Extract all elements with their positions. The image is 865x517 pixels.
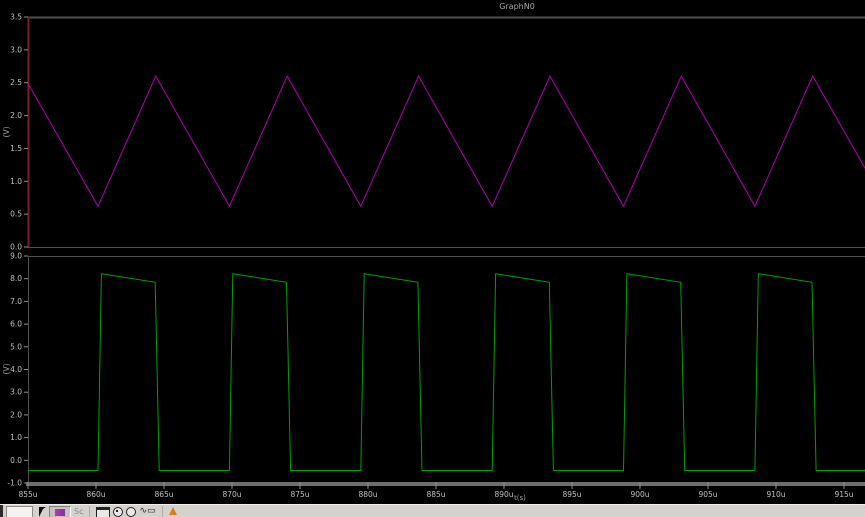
y-tick-label: 6.0	[10, 320, 22, 329]
y-tick-label: 2.0	[10, 111, 22, 120]
graph-window: GraphN0 0.0 0.5 1.0 1.5 2.0 2.5 3.0 3.5 (V) -1.0 0…	[0, 0, 865, 517]
y-tick-label: 5.0	[10, 342, 22, 351]
x-tick-label: 875u	[290, 490, 309, 499]
y-tick-label: 3.0	[10, 388, 22, 397]
x-tick-label: 870u	[222, 490, 241, 499]
charts-canvas: 0.0 0.5 1.0 1.5 2.0 2.5 3.0 3.5 (V) -1.0 0.0 1.0 2.0…	[2, 13, 865, 502]
x-tick-label: 880u	[358, 490, 377, 499]
x-tick-label: 860u	[86, 490, 105, 499]
y-tick-label: 0.5	[10, 210, 22, 219]
y-tick-label: -1.0	[7, 479, 22, 488]
x-tick-label: 855u	[18, 490, 37, 499]
x-tick-label: 895u	[562, 490, 581, 499]
toolbar-separator-2	[161, 506, 163, 517]
toolbar-edge	[0, 505, 3, 517]
x-tick-label: 865u	[154, 490, 173, 499]
zoom-in-icon[interactable]	[113, 507, 124, 517]
zoom-out-icon[interactable]	[126, 507, 137, 517]
y-tick-label: 2.5	[10, 78, 22, 87]
y-tick-label: 1.0	[10, 433, 22, 442]
chart-1-plot-area[interactable]	[28, 256, 865, 483]
x-tick-label: 910u	[766, 490, 785, 499]
y-tick-label: 1.0	[10, 177, 22, 186]
toolbar-separator	[89, 506, 91, 517]
x-tick-label: 890u	[494, 490, 513, 499]
chart-0-y-ticks: 0.0 0.5 1.0 1.5 2.0 2.5 3.0 3.5	[10, 13, 28, 252]
cursor-arrow-icon[interactable]	[39, 507, 46, 517]
y-tick-label: 1.5	[10, 144, 22, 153]
graph-tool-button[interactable]	[49, 506, 71, 517]
x-axis-label: t(s)	[514, 494, 526, 502]
bottom-toolbar: Sc ∿▭	[0, 504, 865, 517]
chart-1-y-axis-label: (V)	[2, 363, 11, 374]
y-tick-label: 2.0	[10, 410, 22, 419]
x-tick-label: 885u	[426, 490, 445, 499]
x-tick-label: 905u	[698, 490, 717, 499]
measure-icon[interactable]: ∿▭	[139, 506, 155, 516]
y-tick-label: 9.0	[10, 252, 22, 261]
status-box	[6, 506, 33, 517]
y-tick-label: 0.0	[10, 456, 22, 465]
chart-0-y-axis-label: (V)	[2, 126, 11, 137]
chart-0-plot-area[interactable]	[28, 17, 865, 247]
x-axis-bar	[26, 482, 865, 486]
warning-icon[interactable]	[168, 507, 177, 515]
y-tick-label: 7.0	[10, 297, 22, 306]
x-tick-label: 915u	[834, 490, 853, 499]
window-icon[interactable]	[96, 507, 111, 517]
y-tick-label: 0.0	[10, 243, 22, 252]
y-tick-label: 3.0	[10, 45, 22, 54]
x-tick-label: 900u	[630, 490, 649, 499]
scope-label: Sc	[74, 507, 84, 516]
y-tick-label: 3.5	[10, 13, 22, 22]
y-tick-label: 4.0	[10, 365, 22, 374]
y-tick-label: 8.0	[10, 274, 22, 283]
graph-tool-icon	[55, 509, 65, 516]
